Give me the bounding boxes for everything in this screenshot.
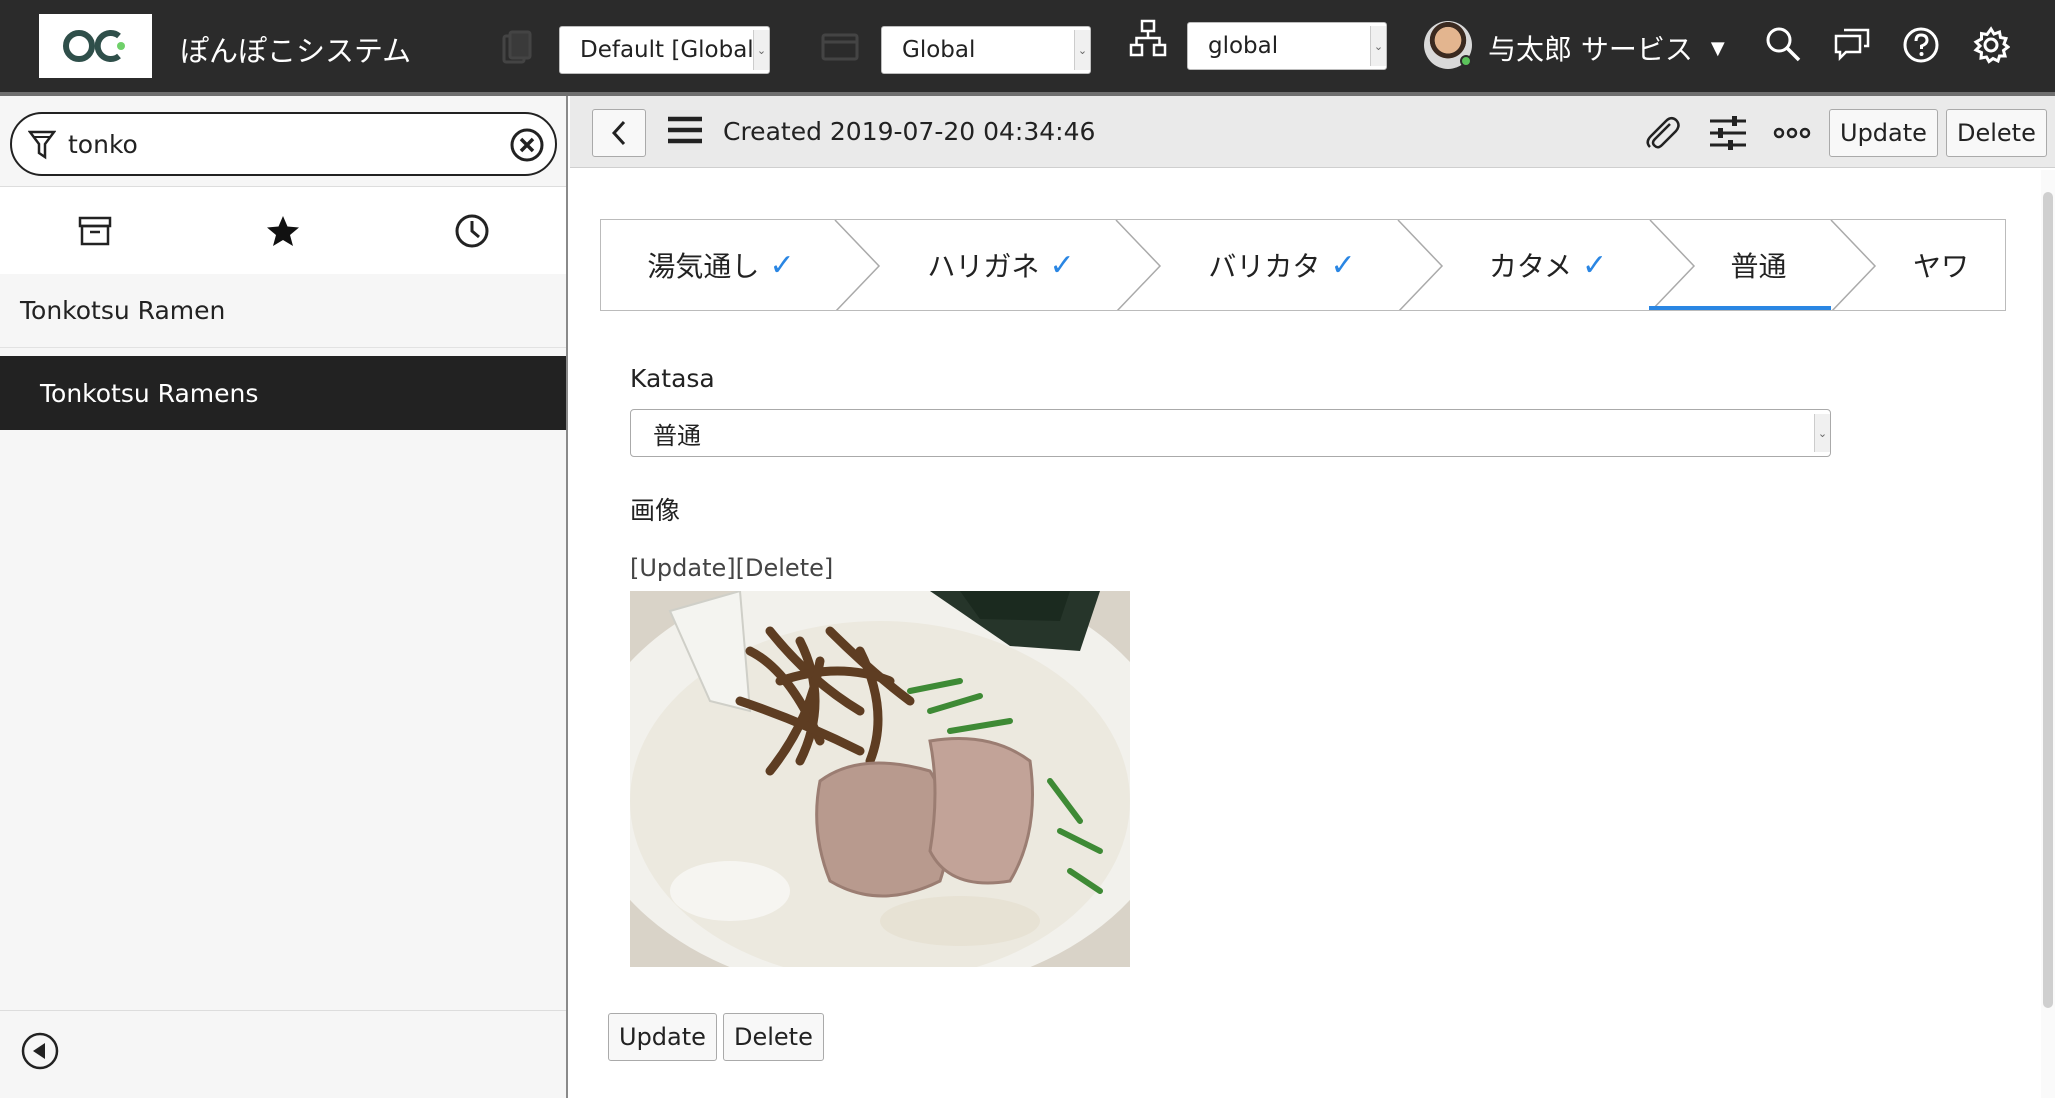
user-menu[interactable]: 与太郎 サービス ▼: [1488, 28, 1725, 68]
more-options-icon[interactable]: [1772, 118, 1812, 148]
step-futsu[interactable]: 普通: [1676, 220, 1841, 310]
image-actions: [Update][Delete]: [630, 554, 833, 582]
list-item[interactable]: Tonkotsu Ramen: [0, 274, 566, 348]
clear-filter-icon[interactable]: [509, 127, 545, 167]
scope-select-value: Global: [902, 37, 976, 63]
form-toolbar: Created 2019-07-20 04:34:46 Update Delet…: [570, 96, 2055, 168]
window-icon: [820, 32, 860, 62]
step-yugedoshi[interactable]: 湯気通し ✓: [601, 220, 841, 310]
step-harigane[interactable]: ハリガネ ✓: [886, 220, 1116, 310]
navigator-filter: [10, 112, 557, 176]
document-icon: [500, 30, 534, 66]
current-step-indicator: [1649, 306, 1831, 310]
checkmark-icon: ✓: [1582, 247, 1608, 283]
list-item-label: Tonkotsu Ramen: [20, 296, 226, 325]
domain-select[interactable]: Default [Global] ⌄: [559, 26, 770, 74]
context-menu-icon[interactable]: [666, 114, 704, 150]
katasa-label: Katasa: [630, 364, 715, 393]
step-label: カタメ: [1488, 250, 1573, 283]
step-katame[interactable]: カタメ ✓: [1446, 220, 1650, 310]
help-icon[interactable]: [1902, 26, 1940, 64]
back-button[interactable]: [592, 109, 646, 157]
scope-select[interactable]: Global ⌄: [881, 26, 1091, 74]
step-label: 湯気通し: [647, 250, 760, 283]
chevron-left-icon: [611, 120, 626, 146]
update-set-select-value: global: [1208, 33, 1279, 59]
tab-history[interactable]: [450, 209, 494, 253]
image-update-link[interactable]: [Update]: [630, 554, 736, 582]
tab-all-apps[interactable]: [73, 209, 117, 253]
archive-icon: [78, 216, 112, 246]
katasa-select[interactable]: 普通 ⌄: [630, 409, 1831, 457]
filter-icon: [27, 129, 57, 165]
chevron-down-icon: ⌄: [753, 30, 769, 70]
app-name: ぽんぽこシステム: [180, 34, 412, 68]
checkmark-icon: ✓: [1049, 247, 1075, 283]
top-header: ぽんぽこシステム Default [Global] ⌄ Global ⌄ glo…: [0, 0, 2055, 96]
scrollbar-thumb[interactable]: [2043, 192, 2053, 1008]
chat-icon[interactable]: [1832, 26, 1872, 62]
delete-button[interactable]: Delete: [723, 1013, 824, 1061]
step-label: ハリガネ: [927, 250, 1040, 283]
ramen-photo: [630, 591, 1130, 967]
sidebar-footer: [0, 1010, 566, 1098]
gear-icon[interactable]: [1972, 26, 2010, 64]
step-label: バリカタ: [1208, 250, 1321, 283]
search-icon[interactable]: [1764, 25, 1802, 63]
list-item-label: Tonkotsu Ramens: [40, 378, 259, 408]
tab-favorites[interactable]: [261, 209, 305, 253]
step-label: 普通: [1730, 250, 1787, 283]
navigator-sidebar: Tonkotsu Ramen Tonkotsu Ramens: [0, 96, 568, 1098]
star-icon: [267, 216, 299, 246]
katasa-select-value: 普通: [653, 421, 701, 450]
settings-sliders-icon[interactable]: [1708, 114, 1748, 152]
online-status-dot: [1460, 55, 1472, 67]
step-label: ヤワ: [1912, 250, 1969, 283]
chevron-down-icon: ⌄: [1370, 26, 1386, 66]
filter-input[interactable]: [68, 124, 488, 164]
checkmark-icon: ✓: [769, 247, 795, 283]
step-barikata[interactable]: バリカタ ✓: [1166, 220, 1398, 310]
update-set-select[interactable]: global ⌄: [1187, 22, 1387, 70]
hierarchy-icon[interactable]: [1128, 18, 1168, 58]
navigator-tabs: [0, 186, 566, 275]
step-yawa[interactable]: ヤワ: [1876, 220, 2005, 310]
update-button[interactable]: Update: [608, 1013, 717, 1061]
caret-down-icon: ▼: [1710, 37, 1725, 59]
header-update-button[interactable]: Update: [1829, 109, 1938, 157]
collapse-sidebar-icon[interactable]: [20, 1031, 60, 1075]
header-delete-button[interactable]: Delete: [1946, 109, 2047, 157]
logo[interactable]: [39, 14, 152, 78]
chevron-down-icon: ⌄: [1074, 30, 1090, 70]
checkmark-icon: ✓: [1330, 247, 1356, 283]
user-name: 与太郎 サービス: [1488, 33, 1693, 66]
image-delete-link[interactable]: [Delete]: [736, 554, 834, 582]
image-label: 画像: [630, 496, 681, 525]
avatar[interactable]: [1424, 21, 1472, 69]
chevron-down-icon: ⌄: [1814, 414, 1830, 452]
list-item-active[interactable]: Tonkotsu Ramens: [0, 356, 566, 430]
record-title: Created 2019-07-20 04:34:46: [723, 117, 1096, 146]
domain-select-value: Default [Global]: [580, 37, 763, 63]
paperclip-icon[interactable]: [1642, 114, 1682, 154]
form-area: Created 2019-07-20 04:34:46 Update Delet…: [570, 96, 2055, 1098]
clock-icon: [455, 214, 489, 248]
process-flow: 湯気通し ✓ ハリガネ ✓ バリカタ ✓ カタメ ✓ 普通 ヤワ: [600, 219, 2006, 311]
